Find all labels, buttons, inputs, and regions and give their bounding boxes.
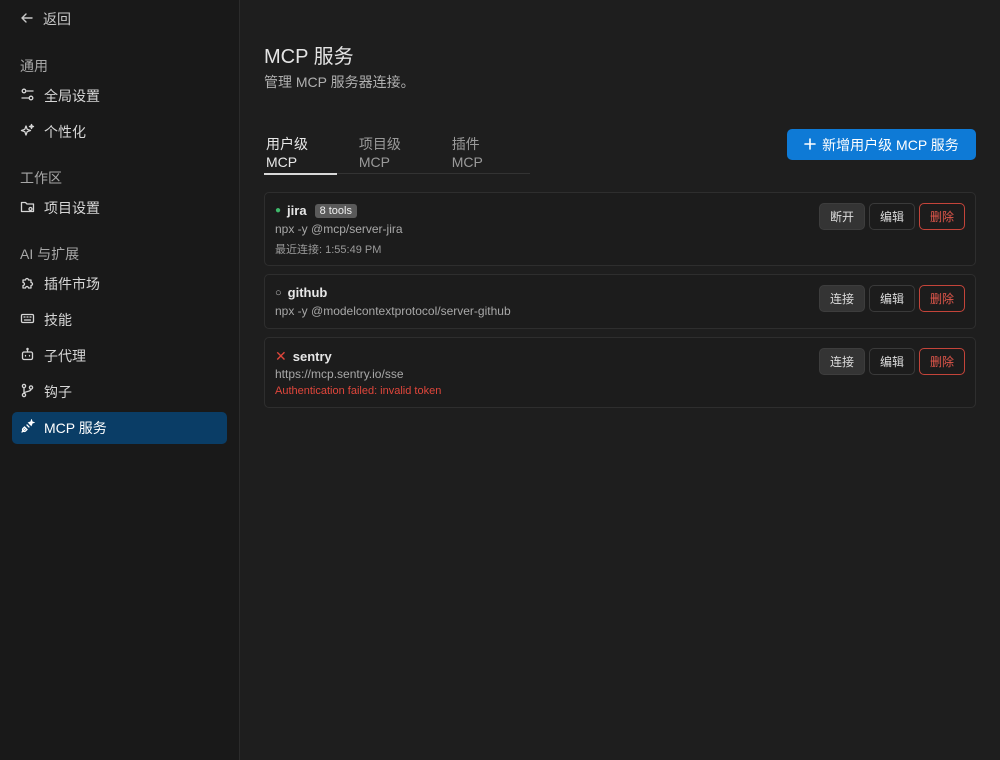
sidebar-item-global-settings[interactable]: 全局设置 [12,80,227,112]
delete-button[interactable]: 删除 [918,285,965,312]
sidebar: 返回 通用 全局设置 个性化 工作区 项目设置 AI 与扩展 插件市场 技能 子… [0,0,240,760]
arrow-left-icon [20,11,34,28]
server-header: ● jira 8 tools [275,203,357,218]
git-branch-icon [20,383,35,401]
sidebar-item-label: 项目设置 [44,200,100,216]
keyboard-icon [20,311,35,329]
page-subtitle: 管理 MCP 服务器连接。 [264,74,415,90]
delete-button[interactable]: 删除 [918,348,965,375]
section-label-workspace: 工作区 [20,170,62,186]
server-actions: 断开 编辑 删除 [818,203,965,230]
server-header: ✕ sentry [275,348,332,365]
server-name: sentry [292,349,332,364]
server-actions: 连接 编辑 删除 [818,348,965,375]
connect-button[interactable]: 连接 [818,285,865,312]
sidebar-item-skills[interactable]: 技能 [12,304,227,336]
disconnected-status-icon: ○ [275,286,282,299]
section-label-ai: AI 与扩展 [20,246,80,262]
sidebar-item-project-settings[interactable]: 项目设置 [12,192,227,224]
connect-button[interactable]: 连接 [818,348,865,375]
section-label-general: 通用 [20,58,48,74]
delete-button[interactable]: 删除 [918,203,965,230]
sidebar-item-label: MCP 服务 [44,420,107,436]
back-button[interactable]: 返回 [20,9,71,29]
server-error: Authentication failed: invalid token [275,385,442,397]
sidebar-item-personalization[interactable]: 个性化 [12,116,227,148]
server-name: jira [287,203,307,218]
plug-icon [20,418,36,437]
server-card-github: ○ github npx -y @modelcontextprotocol/se… [264,274,976,329]
error-status-icon: ✕ [275,348,287,364]
sidebar-item-label: 个性化 [44,124,86,140]
add-user-mcp-button[interactable]: 新增用户级 MCP 服务 [787,129,976,160]
server-command: https://mcp.sentry.io/sse [275,367,404,381]
sliders-icon [20,87,35,105]
sidebar-item-plugin-market[interactable]: 插件市场 [12,268,227,300]
sidebar-item-label: 钩子 [44,384,72,400]
plus-icon [804,137,816,153]
main-content: MCP 服务 管理 MCP 服务器连接。 用户级 MCP 项目级 MCP 插件 … [240,0,1000,760]
edit-button[interactable]: 编辑 [868,285,915,312]
server-card-jira: ● jira 8 tools npx -y @mcp/server-jira 最… [264,192,976,266]
tools-count-badge: 8 tools [314,203,357,218]
edit-button[interactable]: 编辑 [868,348,915,375]
sidebar-item-label: 技能 [44,312,72,328]
server-command: npx -y @mcp/server-jira [275,222,403,236]
page-title: MCP 服务 [264,46,354,68]
sidebar-item-label: 插件市场 [44,276,100,292]
sidebar-item-label: 全局设置 [44,88,100,104]
scope-tabs: 用户级 MCP 项目级 MCP 插件 MCP [264,130,530,175]
tab-project-mcp[interactable]: 项目级 MCP [357,130,430,174]
connected-status-icon: ● [275,205,282,216]
robot-icon [20,347,35,365]
server-name: github [287,285,328,300]
server-command: npx -y @modelcontextprotocol/server-gith… [275,304,511,318]
edit-button[interactable]: 编辑 [868,203,915,230]
server-card-sentry: ✕ sentry https://mcp.sentry.io/sse Authe… [264,337,976,408]
sidebar-item-label: 子代理 [44,348,86,364]
last-connected: 最近连接: 1:55:49 PM [275,244,382,256]
sparkle-icon [20,123,35,141]
tab-user-mcp[interactable]: 用户级 MCP [264,130,337,175]
server-actions: 连接 编辑 删除 [818,285,965,312]
tab-plugin-mcp[interactable]: 插件 MCP [450,130,510,174]
server-header: ○ github [275,285,327,300]
disconnect-button[interactable]: 断开 [818,203,865,230]
folder-gear-icon [20,199,35,217]
sidebar-item-subagents[interactable]: 子代理 [12,340,227,372]
puzzle-icon [20,275,35,293]
back-label: 返回 [43,11,71,27]
sidebar-item-hooks[interactable]: 钩子 [12,376,227,408]
sidebar-item-mcp-services[interactable]: MCP 服务 [12,412,227,444]
add-button-label: 新增用户级 MCP 服务 [822,136,959,153]
